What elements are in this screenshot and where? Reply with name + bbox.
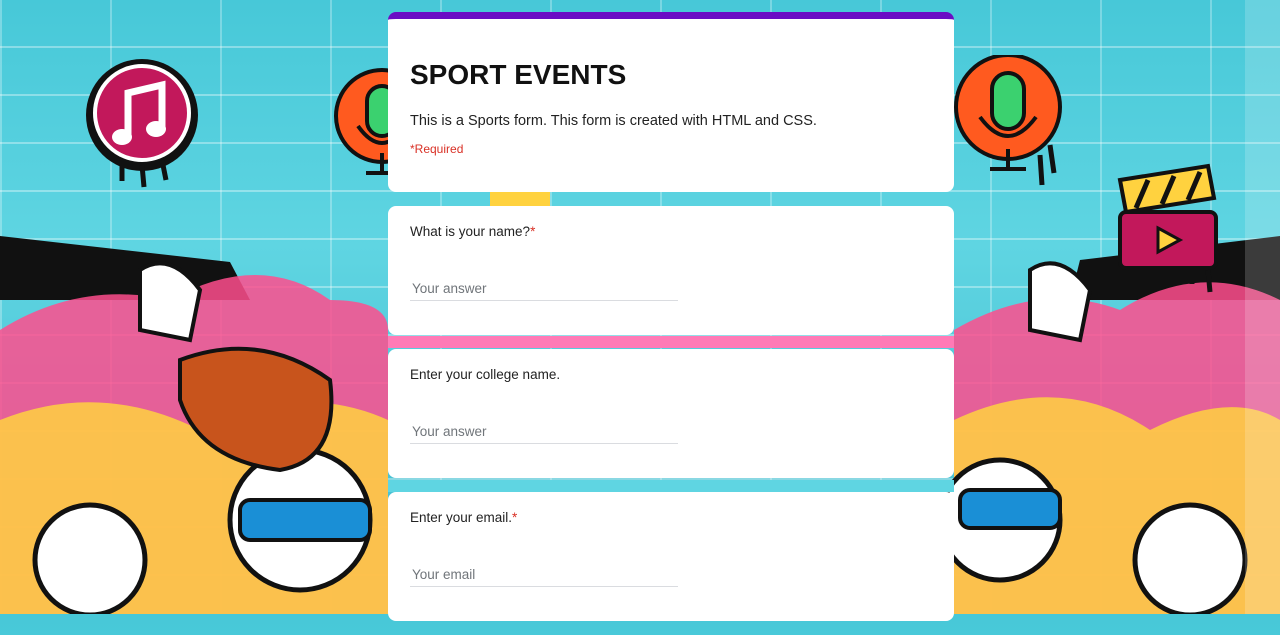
clapperboard-icon bbox=[1117, 163, 1218, 293]
question-label: What is your name?* bbox=[410, 224, 932, 239]
form-description: This is a Sports form. This form is crea… bbox=[410, 113, 817, 129]
college-input[interactable] bbox=[410, 420, 678, 444]
required-star: * bbox=[530, 224, 536, 239]
question-text: What is your name? bbox=[410, 224, 531, 239]
form-title: SPORT EVENTS bbox=[410, 59, 627, 90]
question-label: Enter your email.* bbox=[410, 510, 932, 525]
microphone-icon bbox=[954, 55, 1062, 186]
email-input[interactable] bbox=[410, 563, 678, 587]
required-note: *Required bbox=[410, 142, 464, 156]
form-header-card: SPORT EVENTS This is a Sports form. This… bbox=[388, 12, 954, 192]
question-card-name: What is your name?* bbox=[388, 206, 954, 335]
question-text: Enter your email. bbox=[410, 510, 513, 525]
question-text: Enter your college name. bbox=[410, 367, 561, 382]
required-star: * bbox=[512, 510, 518, 525]
question-label: Enter your college name. bbox=[410, 367, 932, 382]
question-card-college: Enter your college name. bbox=[388, 349, 954, 478]
question-card-email: Enter your email.* bbox=[388, 492, 954, 621]
sports-form: SPORT EVENTS This is a Sports form. This… bbox=[388, 12, 954, 635]
name-input[interactable] bbox=[410, 277, 678, 301]
music-note-icon bbox=[86, 59, 198, 188]
